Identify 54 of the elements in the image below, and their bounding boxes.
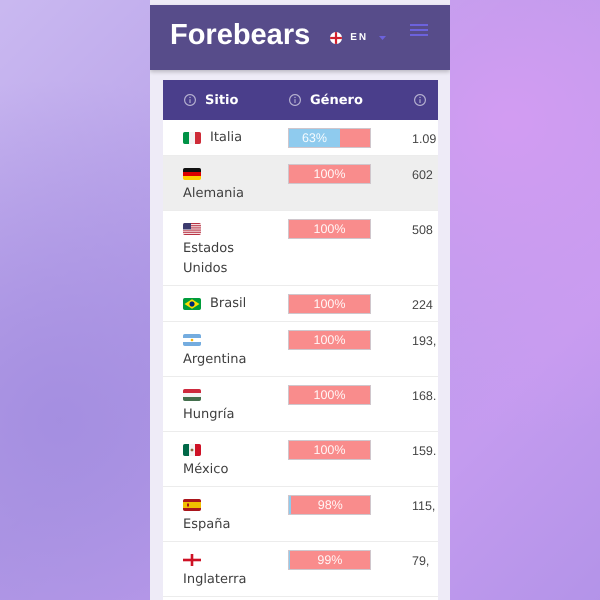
info-icon[interactable] <box>289 94 301 106</box>
gender-percentage: 100% <box>314 296 346 313</box>
hungary-flag-icon <box>183 389 201 401</box>
table-row[interactable]: Argentina 100% 193, <box>163 322 438 377</box>
number-value: 602 <box>412 168 433 182</box>
info-icon[interactable] <box>414 94 426 106</box>
country-name: Brasil <box>210 295 246 313</box>
table-row[interactable]: Alemania 100% 602 <box>163 156 438 211</box>
gender-percentage: 99% <box>317 552 342 569</box>
caret-icon <box>379 36 386 40</box>
gender-percentage: 100% <box>314 442 346 459</box>
menu-icon <box>410 24 428 36</box>
argentina-flag-icon <box>183 334 201 346</box>
number-value: 193, <box>412 334 436 348</box>
england-flag-icon <box>330 32 342 44</box>
usa-flag-icon <box>183 223 201 235</box>
gender-percentage: 63% <box>302 130 328 147</box>
table-row[interactable]: España 98% 115, <box>163 487 438 542</box>
italy-flag-icon <box>183 132 201 144</box>
column-label: Género <box>310 92 363 108</box>
gender-percentage: 100% <box>314 332 346 349</box>
mexico-flag-icon <box>183 444 201 456</box>
gender-percentage: 100% <box>314 221 346 238</box>
table-row[interactable]: México 100% 159. <box>163 432 438 487</box>
number-value: 79, <box>412 554 430 568</box>
number-value: 168. <box>412 389 436 403</box>
country-name: Hungría <box>183 406 234 424</box>
table-row[interactable]: Inglaterra 99% 79, <box>163 542 438 597</box>
language-selector[interactable]: EN <box>330 32 386 44</box>
number-value: 508 <box>412 223 433 237</box>
england-flag-icon <box>183 554 201 566</box>
gender-percentage: 98% <box>318 497 343 514</box>
country-name: España <box>183 516 230 534</box>
country-name: Argentina <box>183 351 246 369</box>
column-label: Sitio <box>205 92 238 108</box>
number-value: 224 <box>412 298 433 312</box>
gender-percentage: 100% <box>314 166 346 183</box>
table-row[interactable]: Estados Unidos 100% 508 <box>163 211 438 286</box>
country-name: Inglaterra <box>183 571 246 589</box>
country-name: Italia <box>210 129 242 147</box>
brazil-flag-icon <box>183 298 201 310</box>
number-value: 1.09 <box>412 132 436 146</box>
country-name: Alemania <box>183 185 244 203</box>
info-icon[interactable] <box>184 94 196 106</box>
table-row[interactable]: Hungría 100% 168. <box>163 377 438 432</box>
gender-percentage: 100% <box>314 387 346 404</box>
number-value: 115, <box>412 499 436 513</box>
spain-flag-icon <box>183 499 201 511</box>
country-name: Estados Unidos <box>183 240 236 278</box>
table-row[interactable]: Brasil 100% 224 <box>163 286 438 322</box>
country-name: México <box>183 461 228 479</box>
number-value: 159. <box>412 444 436 458</box>
site-logo[interactable]: Forebears <box>170 21 310 50</box>
germany-flag-icon <box>183 168 201 180</box>
